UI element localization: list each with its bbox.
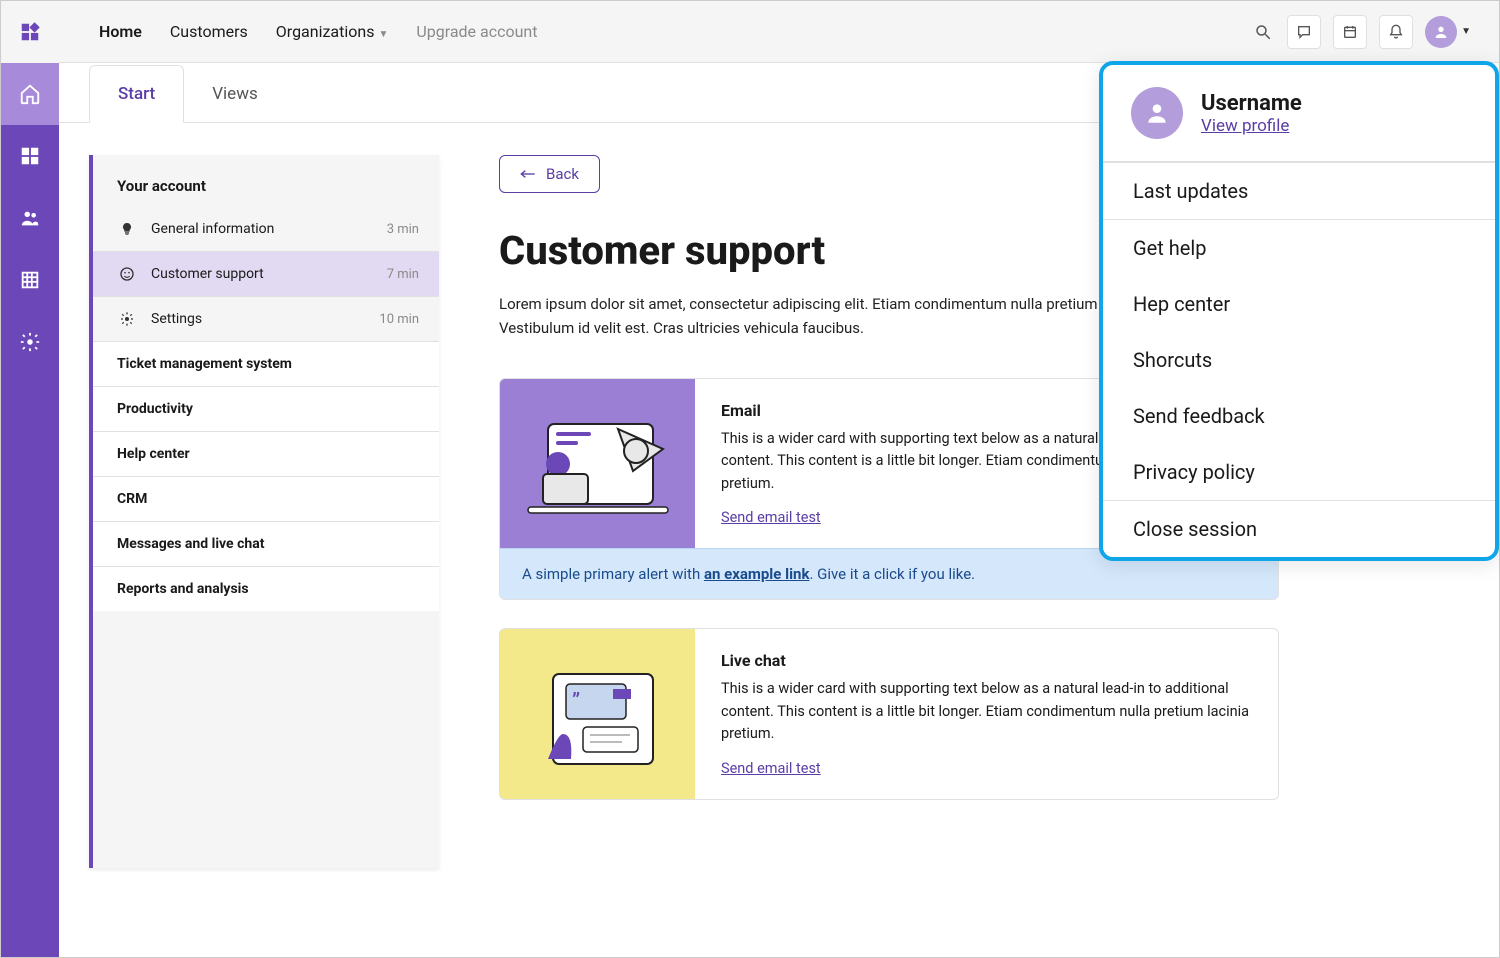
nav-customers[interactable]: Customers [170,22,248,41]
top-nav: Home Customers Organizations▼ Upgrade ac… [99,22,537,41]
sidebar-item-label: Customer support [151,266,264,282]
sidebar-section-tickets[interactable]: Ticket management system [93,342,439,387]
menu-shortcuts[interactable]: Shorcuts [1103,332,1495,388]
nav-upgrade[interactable]: Upgrade account [416,22,537,41]
card-title: Live chat [721,651,1252,670]
sidebar-section-reports[interactable]: Reports and analysis [93,567,439,611]
avatar-icon [1131,87,1183,139]
card-link-send-email[interactable]: Send email test [721,509,821,526]
rail-dashboard[interactable] [1,125,59,187]
menu-help-center[interactable]: Hep center [1103,276,1495,332]
chevron-down-icon: ▼ [1461,26,1471,37]
top-bar: Home Customers Organizations▼ Upgrade ac… [59,1,1499,63]
sidebar-section-productivity[interactable]: Productivity [93,387,439,432]
alert-example-link[interactable]: an example link [704,565,810,583]
sidebar-item-meta: 7 min [387,267,419,282]
profile-button[interactable]: ▼ [1425,16,1471,48]
topbar-actions: ▼ [1251,15,1471,49]
app-logo[interactable] [1,1,59,63]
menu-privacy[interactable]: Privacy policy [1103,444,1495,500]
rail-home[interactable] [1,63,59,125]
search-icon[interactable] [1251,20,1275,44]
gear-icon [117,311,137,327]
rail-building[interactable] [1,249,59,311]
arrow-left-icon [520,168,536,180]
menu-close-session[interactable]: Close session [1103,500,1495,557]
bell-icon[interactable] [1379,15,1413,49]
card-illustration-email [500,379,695,548]
sidebar-item-label: Settings [151,311,202,327]
left-nav-rail [1,1,59,957]
profile-username: Username [1201,91,1302,116]
profile-dropdown: Username View profile Last updates Get h… [1099,61,1499,561]
back-button[interactable]: Back [499,155,600,193]
sidebar-section-help[interactable]: Help center [93,432,439,477]
view-profile-link[interactable]: View profile [1201,116,1289,136]
sidebar-item-meta: 10 min [379,312,419,327]
svg-text:”: ” [572,688,580,712]
settings-sidebar: Your account General information 3 min C… [89,155,439,868]
card-link-send-email[interactable]: Send email test [721,760,821,777]
sidebar-item-meta: 3 min [387,222,419,237]
rail-settings[interactable] [1,311,59,373]
avatar-icon [1425,16,1457,48]
tab-views[interactable]: Views [184,66,286,122]
sidebar-section-account: Your account [93,155,439,207]
nav-organizations[interactable]: Organizations▼ [276,22,389,41]
support-icon [117,266,137,282]
lightbulb-icon [117,221,137,237]
card-illustration-chat: ” [500,629,695,798]
nav-home[interactable]: Home [99,22,142,41]
sidebar-item-general[interactable]: General information 3 min [93,207,439,252]
menu-last-updates[interactable]: Last updates [1103,162,1495,219]
menu-send-feedback[interactable]: Send feedback [1103,388,1495,444]
card-livechat: ” Live chat This is a wider card with su… [499,628,1279,799]
tab-start[interactable]: Start [89,65,184,123]
profile-header: Username View profile [1103,65,1495,162]
sidebar-item-settings[interactable]: Settings 10 min [93,297,439,342]
calendar-icon[interactable] [1333,15,1367,49]
sidebar-item-customer-support[interactable]: Customer support 7 min [93,252,439,297]
chat-icon[interactable] [1287,15,1321,49]
chevron-down-icon: ▼ [378,29,388,40]
sidebar-item-label: General information [151,221,274,237]
rail-people[interactable] [1,187,59,249]
sidebar-section-messages[interactable]: Messages and live chat [93,522,439,567]
card-text: This is a wider card with supporting tex… [721,678,1252,745]
sidebar-section-crm[interactable]: CRM [93,477,439,522]
menu-get-help[interactable]: Get help [1103,219,1495,276]
